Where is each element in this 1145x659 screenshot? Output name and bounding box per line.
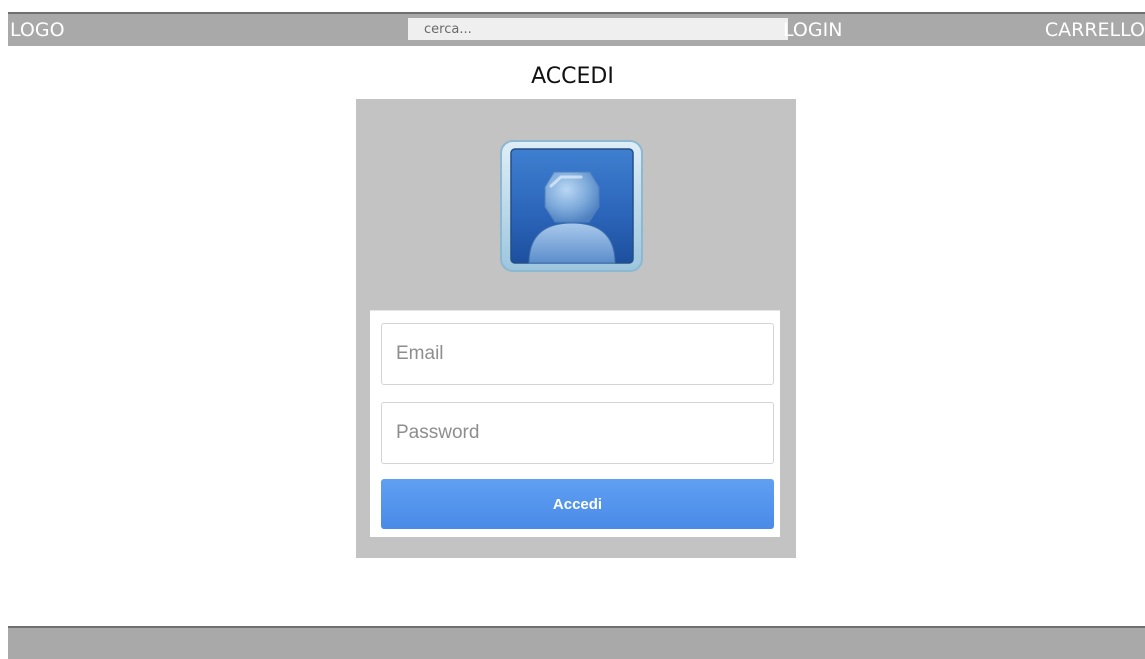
search-input[interactable] <box>408 18 788 40</box>
page-title: ACCEDI <box>531 64 614 89</box>
top-navigation-bar: LOGO LOGIN CARRELLO <box>8 12 1145 46</box>
login-form: Accedi <box>370 310 780 537</box>
footer-bar <box>8 626 1145 659</box>
login-panel: Accedi <box>356 99 796 558</box>
submit-button[interactable]: Accedi <box>381 479 774 529</box>
logo: LOGO <box>10 19 65 41</box>
password-field[interactable] <box>381 402 774 464</box>
login-link[interactable]: LOGIN <box>783 18 842 42</box>
user-avatar-icon <box>499 139 644 273</box>
cart-link[interactable]: CARRELLO <box>1045 18 1145 42</box>
email-field[interactable] <box>381 323 774 385</box>
